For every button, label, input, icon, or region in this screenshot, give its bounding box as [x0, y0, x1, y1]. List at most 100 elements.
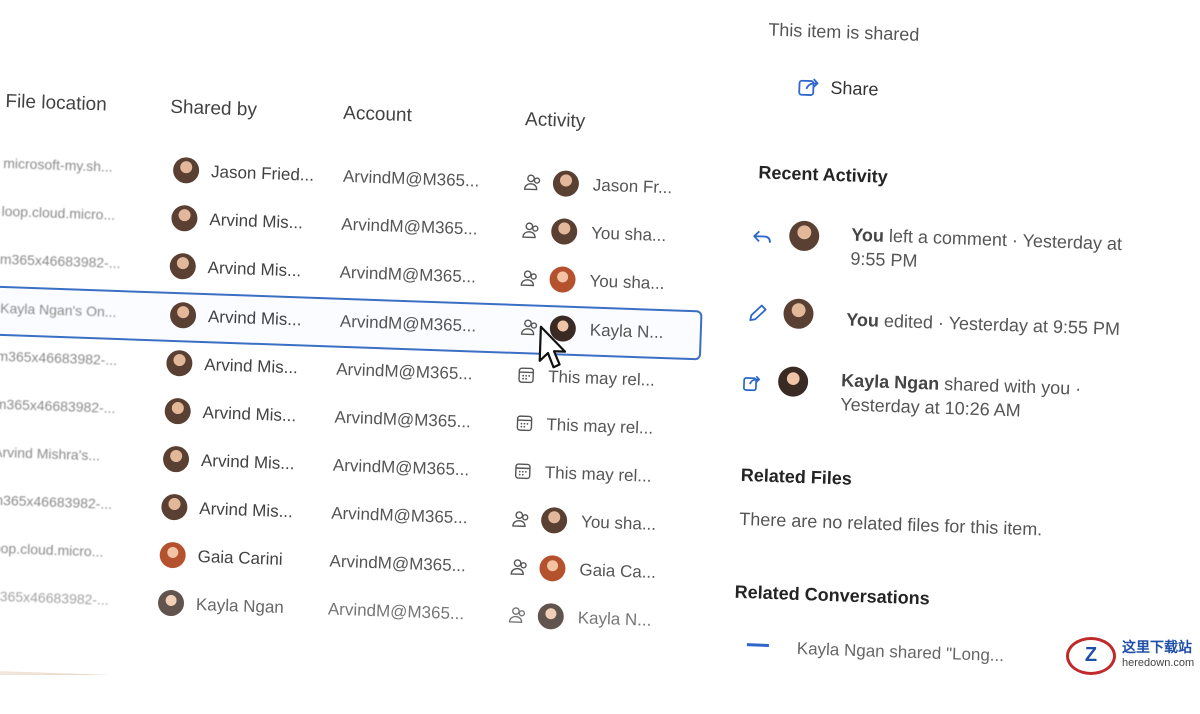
account-cell: ArvindM@M365...: [336, 360, 473, 385]
file-location-cell: m365x46683982-...: [0, 396, 116, 416]
related-files-title: Related Files: [740, 465, 852, 490]
activity-cell: You sha...: [589, 271, 665, 294]
people-icon: [511, 509, 532, 530]
column-header-shared-by[interactable]: Shared by: [170, 97, 257, 122]
calendar-icon: [516, 365, 537, 386]
column-header-file-location[interactable]: File location: [5, 91, 107, 117]
avatar: [164, 398, 191, 425]
account-cell: ArvindM@M365...: [333, 456, 470, 481]
shared-status-text: This item is shared: [768, 20, 920, 46]
calendar-icon: [512, 461, 533, 482]
avatar: [551, 218, 578, 245]
file-location-cell: microsoft-my.sh...: [3, 155, 113, 175]
avatar: [789, 220, 820, 251]
file-location-cell: loop.cloud.micro...: [1, 203, 115, 223]
avatar: [163, 446, 190, 473]
file-location-cell: m365x46683982-...: [0, 251, 121, 271]
file-location-cell: loop.cloud.micro...: [0, 540, 104, 560]
avatar: [171, 205, 198, 232]
shared-by-cell: Arvind Mis...: [202, 403, 296, 426]
conversation-marker: [747, 643, 769, 647]
avatar: [158, 590, 185, 617]
share-icon: [741, 371, 764, 394]
activity-item[interactable]: You edited · Yesterday at 9:55 PM: [846, 307, 1167, 342]
pencil-icon: [746, 302, 769, 325]
column-header-account[interactable]: Account: [343, 103, 412, 127]
avatar: [170, 302, 197, 329]
account-cell: ArvindM@M365...: [329, 552, 466, 577]
avatar: [159, 542, 186, 569]
related-files-empty-text: There are no related files for this item…: [739, 509, 1043, 541]
details-panel: This item is shared Share Recent Activit…: [0, 0, 1200, 14]
activity-cell: Kayla N...: [589, 321, 663, 344]
related-conversations-title: Related Conversations: [734, 582, 930, 610]
account-cell: ArvindM@M365...: [339, 263, 476, 288]
account-cell: ArvindM@M365...: [341, 215, 478, 240]
avatar: [166, 350, 193, 377]
avatar: [549, 266, 576, 293]
people-icon: [509, 557, 530, 578]
avatar: [537, 603, 564, 630]
column-header-activity[interactable]: Activity: [525, 109, 586, 133]
activity-cell: Gaia Ca...: [579, 560, 656, 583]
watermark-en: heredown.com: [1122, 656, 1194, 671]
file-location-cell: m365x46683982-...: [0, 588, 109, 608]
activity-item[interactable]: You left a comment · Yesterday at 9:55 P…: [850, 223, 1161, 282]
avatar: [541, 507, 568, 534]
account-cell: ArvindM@M365...: [334, 408, 471, 433]
share-icon: [796, 75, 821, 100]
people-icon: [521, 220, 542, 241]
activity-text: edited · Yesterday at 9:55 PM: [879, 311, 1121, 339]
watermark-cn: 这里下载站: [1122, 641, 1194, 656]
shared-files-list: File location Shared by Account Activity…: [8, 31, 728, 56]
avatar: [173, 157, 200, 184]
share-button[interactable]: Share: [796, 69, 907, 109]
shared-by-cell: Arvind Mis...: [208, 307, 302, 330]
avatar: [783, 298, 814, 329]
activity-cell: This may rel...: [544, 463, 651, 487]
activity-text: left a comment · Yesterday at 9:55 PM: [850, 226, 1122, 271]
people-icon: [507, 605, 528, 626]
mouse-pointer-icon: [536, 325, 572, 374]
shared-files-app: File location Shared by Account Activity…: [0, 0, 1200, 714]
file-location-cell: m365x46683982-...: [0, 492, 112, 512]
share-button-label: Share: [830, 77, 879, 100]
activity-actor: Kayla Ngan: [841, 370, 940, 393]
conversation-preview[interactable]: Kayla Ngan shared "Long...: [796, 639, 1004, 666]
account-cell: ArvindM@M365...: [343, 167, 480, 192]
shared-by-cell: Kayla Ngan: [196, 595, 285, 618]
shared-by-cell: Arvind Mis...: [201, 451, 295, 474]
avatar: [552, 170, 579, 197]
activity-cell: You sha...: [591, 223, 667, 246]
activity-actor: You: [851, 225, 884, 246]
avatar: [539, 555, 566, 582]
shared-by-cell: Jason Fried...: [211, 162, 315, 186]
avatar: [161, 494, 188, 521]
activity-cell: Jason Fr...: [593, 176, 673, 199]
calendar-icon: [514, 413, 535, 434]
file-location-cell: Arvind Mishra's...: [0, 444, 100, 464]
file-location-cell: m365x46683982-...: [0, 348, 117, 368]
avatar: [169, 253, 196, 280]
shared-by-cell: Arvind Mis...: [209, 210, 303, 233]
shared-by-cell: Gaia Carini: [197, 547, 283, 570]
reply-icon: [751, 225, 774, 248]
site-watermark: Z 这里下载站 heredown.com: [1066, 636, 1200, 675]
avatar: [778, 366, 809, 397]
watermark-logo: Z: [1066, 637, 1116, 675]
shared-by-cell: Arvind Mis...: [199, 499, 293, 522]
account-cell: ArvindM@M365...: [328, 600, 465, 625]
activity-item[interactable]: Kayla Ngan shared with you · Yesterday a…: [840, 368, 1141, 426]
activity-cell: Kayla N...: [577, 608, 651, 631]
account-cell: ArvindM@M365...: [331, 504, 468, 529]
activity-actor: You: [846, 309, 879, 330]
shared-by-cell: Arvind Mis...: [204, 355, 298, 378]
activity-cell: This may rel...: [546, 415, 653, 439]
people-icon: [523, 172, 544, 193]
recent-activity-title: Recent Activity: [758, 162, 888, 188]
people-icon: [519, 268, 540, 289]
shared-by-cell: Arvind Mis...: [207, 258, 301, 281]
activity-cell: You sha...: [581, 512, 657, 535]
file-location-cell: Kayla Ngan's On...: [0, 300, 117, 320]
account-cell: ArvindM@M365...: [340, 312, 477, 337]
